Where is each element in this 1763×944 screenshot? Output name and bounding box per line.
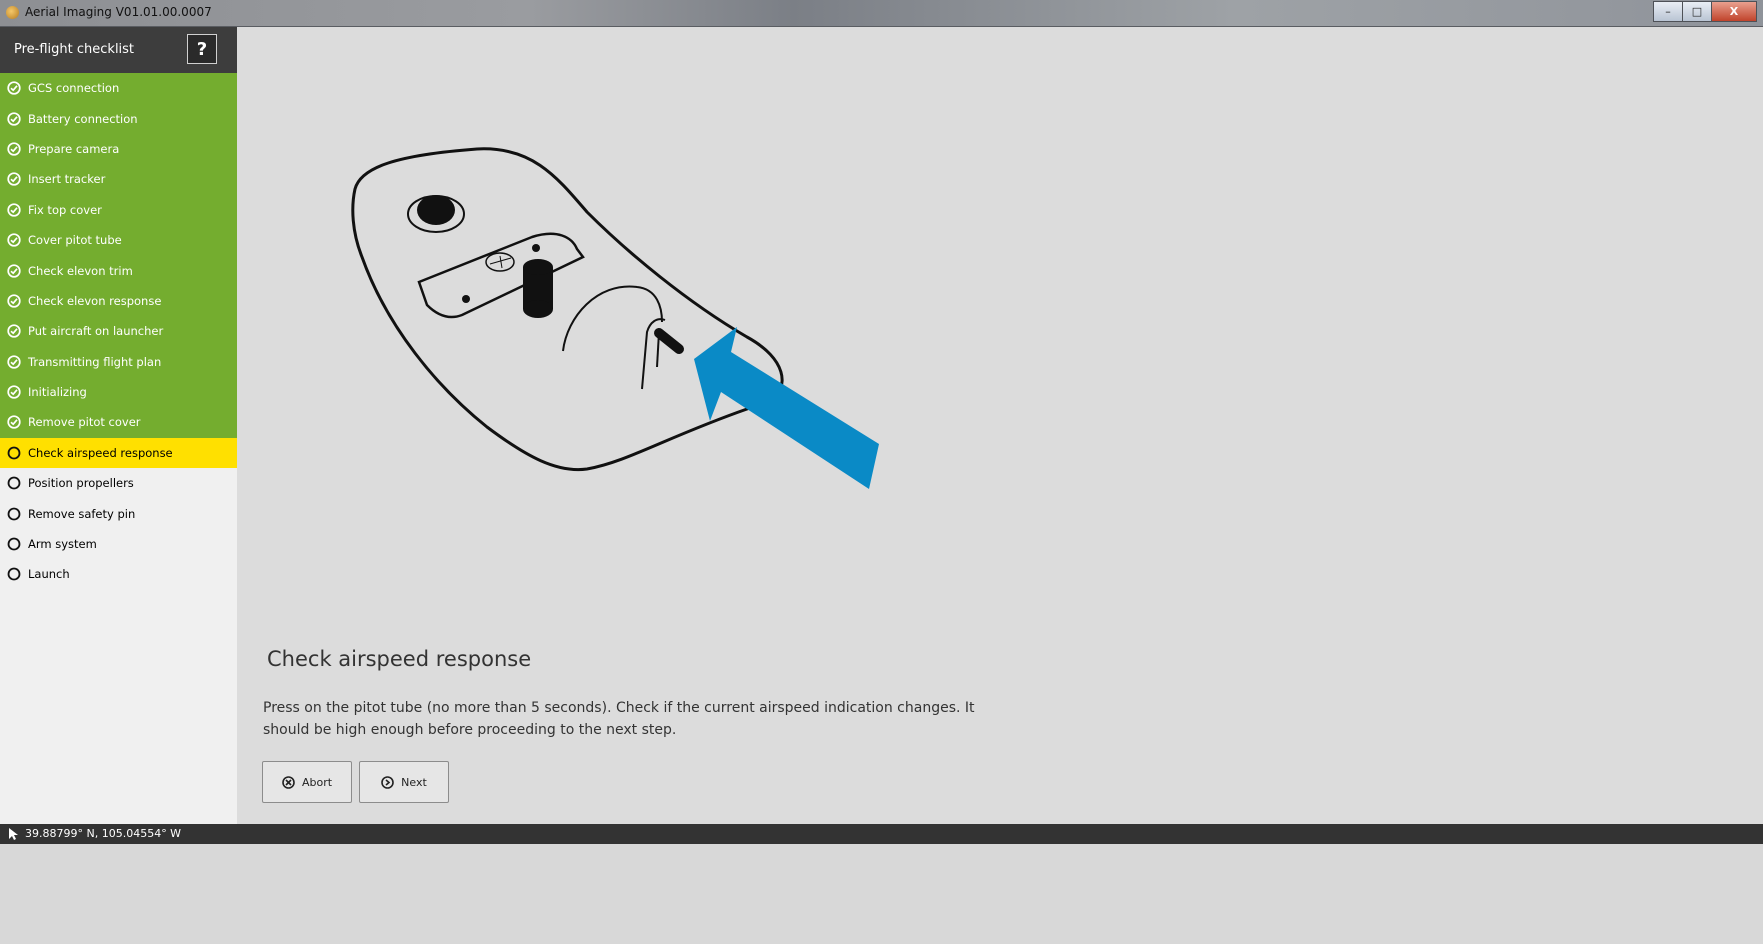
check-circle-icon [7, 385, 21, 399]
checklist-step-label: Remove safety pin [28, 506, 136, 521]
step-description: Press on the pitot tube (no more than 5 … [263, 700, 975, 738]
checklist-step[interactable]: Check airspeed response [0, 437, 237, 469]
abort-button[interactable]: Abort [262, 761, 352, 803]
sidebar-header: Pre-flight checklist ? [0, 27, 237, 73]
window-title: Aerial Imaging V01.01.00.0007 [25, 5, 212, 19]
checklist-step[interactable]: Remove safety pin [0, 498, 237, 529]
checklist-step[interactable]: Fix top cover [0, 194, 237, 225]
window-controls: – □ X [1653, 1, 1757, 22]
hatch-plate [417, 232, 585, 319]
checklist-sidebar: Pre-flight checklist ? GCS connection Bat… [0, 27, 237, 824]
title-bar: Aerial Imaging V01.01.00.0007 – □ X [0, 0, 1763, 27]
checklist-step[interactable]: Position propellers [0, 468, 237, 499]
checklist-step-label: Check elevon trim [28, 263, 133, 278]
checklist-step-label: Fix top cover [28, 202, 102, 217]
app-logo-icon [6, 6, 19, 19]
check-circle-icon [7, 324, 21, 338]
check-circle-icon [7, 142, 21, 156]
checklist-step[interactable]: Initializing [0, 376, 237, 408]
checklist-step-label: Cover pitot tube [28, 233, 122, 248]
check-circle-icon [7, 233, 21, 247]
empty-circle-icon [7, 476, 21, 490]
check-circle-icon [7, 294, 21, 308]
check-circle-icon [7, 415, 21, 430]
sidebar-title: Pre-flight checklist [14, 42, 135, 57]
abort-label: Abort [301, 775, 333, 789]
dial-symbol [485, 252, 515, 272]
next-label: Next [401, 775, 427, 789]
checklist-step-label: Insert tracker [28, 172, 106, 187]
next-icon [381, 775, 394, 789]
empty-circle-icon [7, 567, 21, 581]
next-button[interactable]: Next [359, 761, 449, 803]
minimize-button[interactable]: – [1653, 1, 1683, 22]
checklist-steps: GCS connection Battery connection Prepare … [0, 73, 237, 590]
close-button[interactable]: X [1711, 1, 1757, 22]
checklist-step[interactable]: Put aircraft on launcher [0, 316, 237, 347]
check-circle-icon [7, 111, 21, 126]
checklist-step-label: GCS connection [28, 81, 120, 96]
checklist-step-label: Arm system [28, 537, 97, 552]
checklist-step-label: Remove pitot cover [28, 415, 141, 430]
checklist-step[interactable]: Cover pitot tube [0, 224, 237, 256]
pointer-arrow [694, 327, 879, 489]
checklist-step[interactable]: Insert tracker [0, 164, 237, 195]
checklist-step[interactable]: Remove pitot cover [0, 407, 237, 438]
status-bar: 39.88799° N, 105.04554° W [0, 824, 1763, 844]
empty-circle-icon [7, 537, 21, 551]
checklist-step-label: Put aircraft on launcher [28, 324, 164, 339]
check-circle-icon [7, 81, 21, 95]
checklist-step[interactable]: Prepare camera [0, 133, 237, 165]
hatch-screw-2 [462, 295, 470, 303]
cursor-coordinates: 39.88799° N, 105.04554° W [25, 827, 182, 840]
step-heading: Check airspeed response [267, 647, 532, 671]
maximize-button[interactable]: □ [1682, 1, 1712, 22]
empty-circle-icon [7, 507, 21, 521]
help-button[interactable]: ? [187, 34, 217, 64]
checklist-step[interactable]: Arm system [0, 528, 237, 560]
check-circle-icon [7, 355, 21, 369]
check-circle-icon [7, 172, 21, 187]
hatch-screw-1 [532, 244, 540, 252]
check-circle-icon [7, 203, 21, 217]
checklist-step-label: Transmitting flight plan [28, 354, 162, 369]
aircraft-body-outline [351, 147, 784, 472]
cursor-icon [9, 828, 18, 840]
checklist-step[interactable]: Battery connection [0, 103, 237, 134]
checklist-step[interactable]: Check elevon response [0, 285, 237, 317]
pitot-tube [654, 328, 684, 354]
checklist-step-label: Initializing [28, 385, 87, 400]
empty-circle-icon [7, 446, 21, 460]
aircraft-pitot-illustration [351, 147, 879, 489]
checklist-step[interactable]: GCS connection [0, 73, 237, 104]
checklist-step[interactable]: Transmitting flight plan [0, 346, 237, 377]
top-knob [417, 195, 455, 225]
checklist-step[interactable]: Check elevon trim [0, 255, 237, 286]
main-panel: Check airspeed response Press on the pit… [237, 27, 1763, 824]
checklist-step[interactable]: Launch [0, 559, 237, 590]
checklist-step-label: Launch [28, 567, 70, 582]
checklist-step-label: Check airspeed response [28, 445, 173, 460]
checklist-step-label: Position propellers [28, 476, 134, 491]
checklist-step-label: Check elevon response [28, 293, 162, 308]
abort-icon [282, 775, 295, 789]
check-circle-icon [7, 263, 21, 278]
checklist-step-label: Battery connection [28, 111, 138, 126]
checklist-step-label: Prepare camera [28, 141, 120, 156]
